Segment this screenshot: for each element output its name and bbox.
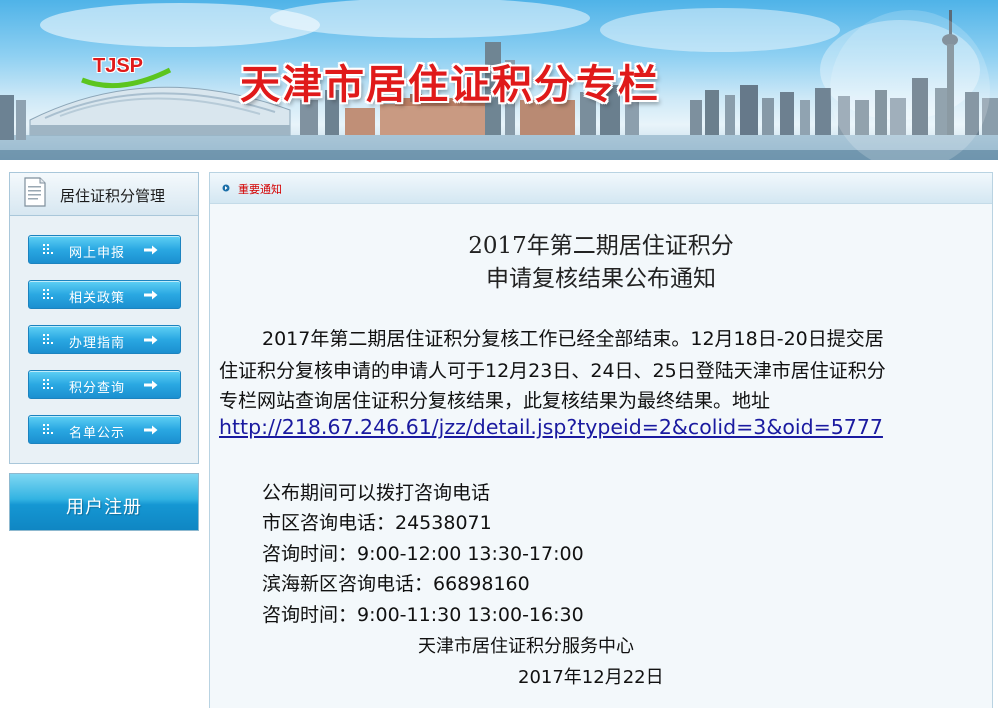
arrow-right-icon <box>144 290 158 300</box>
arrow-right-icon <box>144 335 158 345</box>
sidebar-title: 居住证积分管理 <box>60 187 166 205</box>
sidebar: 居住证积分管理 网上申报 相关政策 办理指南 积分查询 名单公示 <box>9 172 199 464</box>
arrow-right-icon <box>144 380 158 390</box>
issue-date: 2017年12月22日 <box>518 667 664 688</box>
notice-title-line-2: 申请复核结果公布通知 <box>486 266 716 292</box>
nav-public-list-button[interactable]: 名单公示 <box>28 415 181 444</box>
grid-dots-icon <box>43 289 53 299</box>
register-label: 用户注册 <box>66 497 142 518</box>
binhai-phone: 滨海新区咨询电话：66898160 <box>262 573 530 595</box>
issuing-organization: 天津市居住证积分服务中心 <box>418 636 634 657</box>
nav-label: 积分查询 <box>69 381 126 396</box>
city-hours: 咨询时间：9:00-12:00 13:30-17:00 <box>262 543 584 565</box>
notice-panel: 重要通知 2017年第二期居住证积分 申请复核结果公布通知 2017年第二期居住… <box>209 172 993 708</box>
notice-paragraph-line-1: 2017年第二期居住证积分复核工作已经全部结束。12月18日-20日提交居 <box>262 328 884 350</box>
sidebar-header: 居住证积分管理 <box>10 173 198 216</box>
document-icon <box>24 177 46 207</box>
contact-intro: 公布期间可以拨打咨询电话 <box>262 482 491 504</box>
nav-online-application-button[interactable]: 网上申报 <box>28 235 181 264</box>
nav-label: 网上申报 <box>69 246 126 261</box>
user-register-button[interactable]: 用户注册 <box>9 473 199 531</box>
site-title: 天津市居住证积分专栏 <box>240 62 660 108</box>
nav-related-policies-button[interactable]: 相关政策 <box>28 280 181 309</box>
nav-label: 相关政策 <box>69 291 126 306</box>
city-phone: 市区咨询电话：24538071 <box>262 512 492 534</box>
bullet-circle-icon <box>222 184 230 192</box>
tjsp-logo: TJSP <box>93 55 144 77</box>
grid-dots-icon <box>43 244 53 254</box>
detail-link[interactable]: http://218.67.246.61/jzz/detail.jsp?type… <box>219 415 883 439</box>
grid-dots-icon <box>43 334 53 344</box>
grid-dots-icon <box>43 379 53 389</box>
nav-label: 办理指南 <box>69 336 126 351</box>
notice-panel-header: 重要通知 <box>210 173 992 204</box>
nav-points-query-button[interactable]: 积分查询 <box>28 370 181 399</box>
nav-guide-button[interactable]: 办理指南 <box>28 325 181 354</box>
grid-dots-icon <box>43 424 53 434</box>
notice-title-line-1: 2017年第二期居住证积分 <box>468 233 734 259</box>
header-banner: TJSP 天津市居住证积分专栏 <box>0 0 998 160</box>
nav-label: 名单公示 <box>69 426 126 441</box>
notice-label: 重要通知 <box>238 183 282 196</box>
arrow-right-icon <box>144 245 158 255</box>
arrow-right-icon <box>144 425 158 435</box>
notice-paragraph-line-3: 专栏网站查询居住证积分复核结果，此复核结果为最终结果。地址 <box>219 390 771 412</box>
binhai-hours: 咨询时间：9:00-11:30 13:00-16:30 <box>262 604 584 626</box>
notice-paragraph-line-2: 住证积分复核申请的申请人可于12月23日、24日、25日登陆天津市居住证积分 <box>219 360 886 382</box>
